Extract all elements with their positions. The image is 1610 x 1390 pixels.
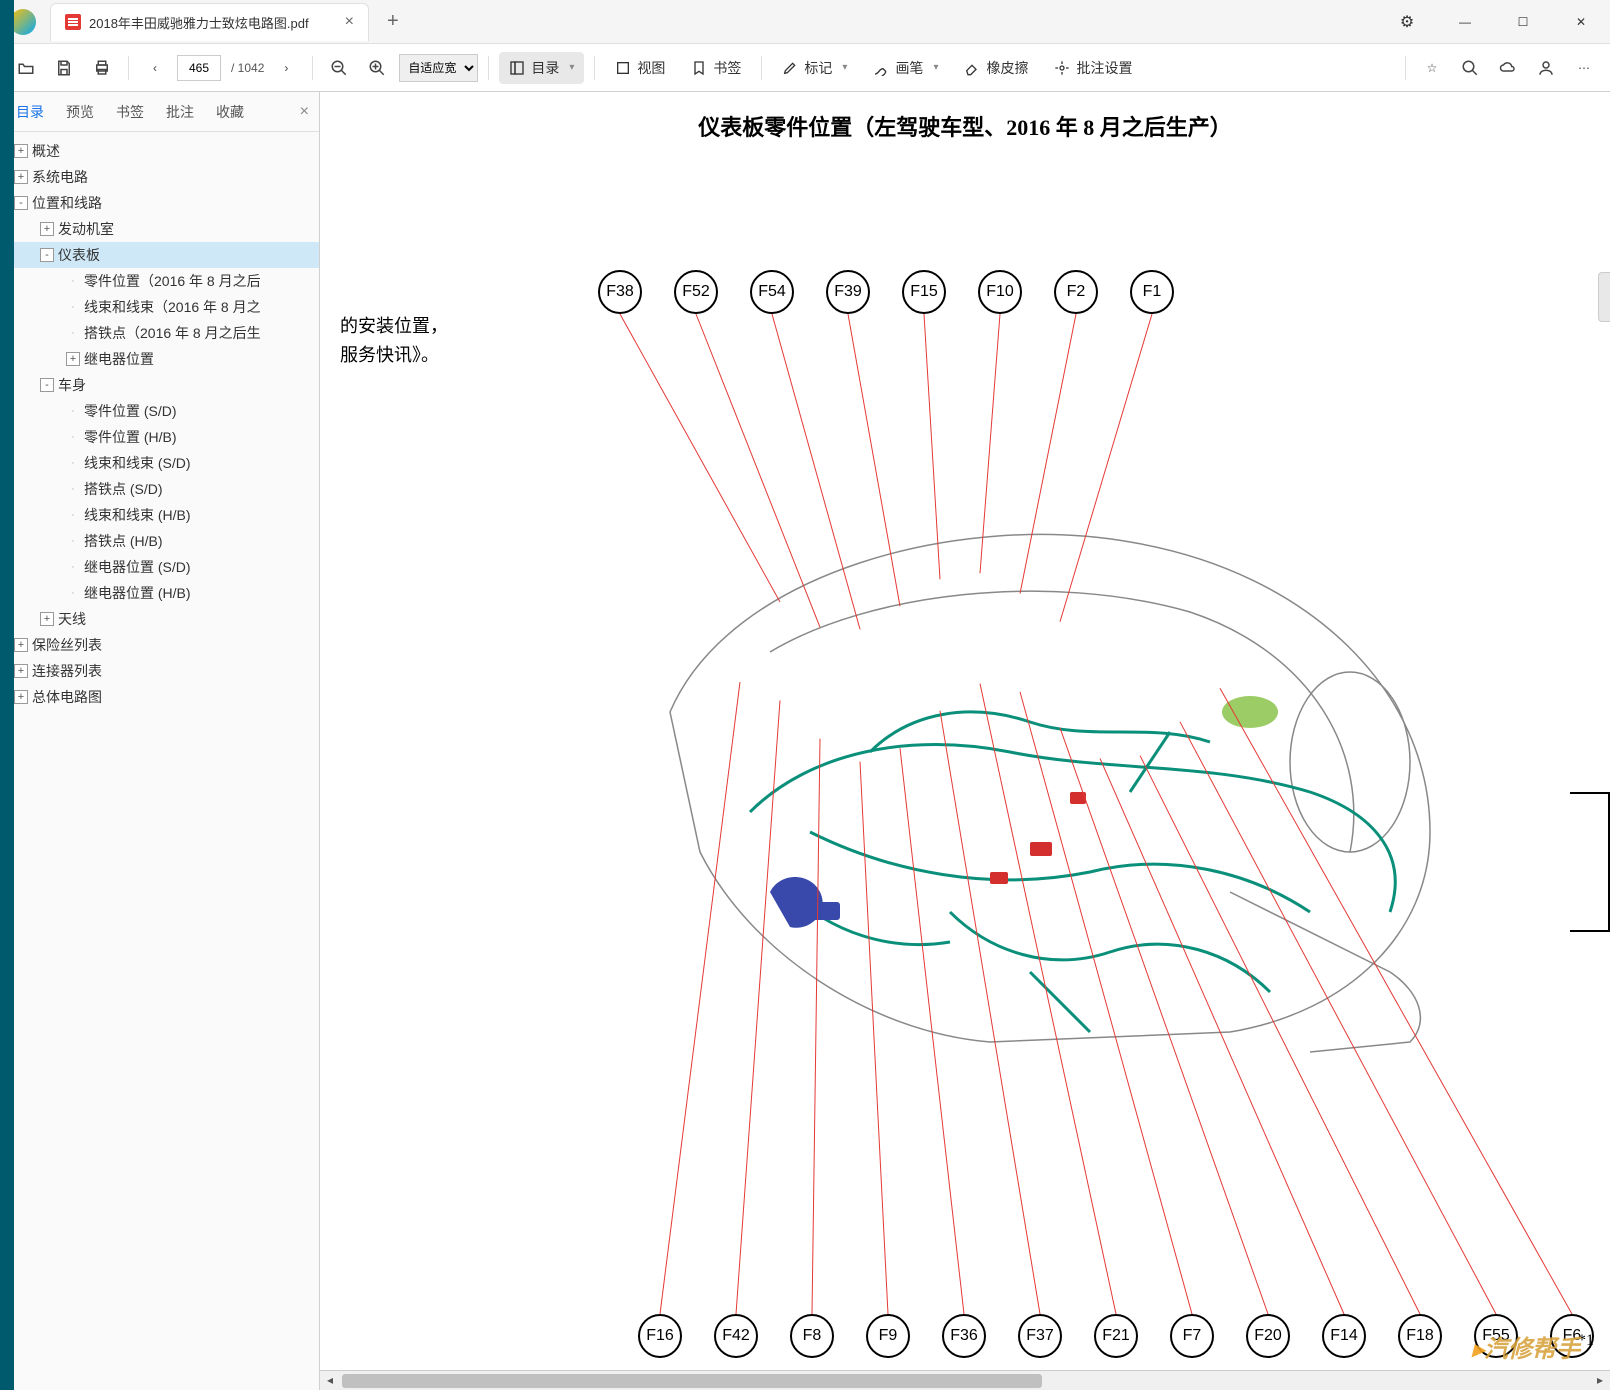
zoom-mode-select[interactable]: 自适应宽 xyxy=(399,54,478,82)
callout-F16: F16 xyxy=(638,1314,682,1358)
tab-close-icon[interactable]: × xyxy=(345,13,354,31)
tree-item[interactable]: ·线束和线束（2016 年 8 月之 xyxy=(0,294,319,320)
watermark: ▸汽修帮手 xyxy=(1472,1329,1580,1364)
callout-F14: F14 xyxy=(1322,1314,1366,1358)
open-file-icon[interactable] xyxy=(10,52,42,84)
tree-item[interactable]: ·搭铁点 (S/D) xyxy=(0,476,319,502)
new-tab-button[interactable]: + xyxy=(387,10,399,33)
sidebar-close-icon[interactable]: × xyxy=(296,99,313,125)
callout-F9: F9 xyxy=(866,1314,910,1358)
tree-item[interactable]: -车身 xyxy=(0,372,319,398)
sidebar-tab-preview[interactable]: 预览 xyxy=(56,96,104,128)
tree-item[interactable]: +继电器位置 xyxy=(0,346,319,372)
callout-F52: F52 xyxy=(674,270,718,314)
tree-item[interactable]: +连接器列表 xyxy=(0,658,319,684)
callout-F36: F36 xyxy=(942,1314,986,1358)
tree-item[interactable]: +总体电路图 xyxy=(0,684,319,710)
maximize-button[interactable]: ☐ xyxy=(1494,0,1552,44)
callout-F18: F18 xyxy=(1398,1314,1442,1358)
batch-settings-button[interactable]: 批注设置 xyxy=(1044,52,1142,84)
sidebar: 目录 预览 书签 批注 收藏 × +概述+系统电路-位置和线路+发动机室-仪表板… xyxy=(0,92,320,1390)
scroll-thumb[interactable] xyxy=(342,1374,1042,1388)
outline-tree[interactable]: +概述+系统电路-位置和线路+发动机室-仪表板·零件位置（2016 年 8 月之… xyxy=(0,132,319,1390)
bookmark-button[interactable]: 书签 xyxy=(681,52,751,84)
view-button[interactable]: 视图 xyxy=(605,52,675,84)
sidebar-tab-bookmark[interactable]: 书签 xyxy=(106,96,154,128)
tree-item[interactable]: ·零件位置（2016 年 8 月之后 xyxy=(0,268,319,294)
tree-item[interactable]: ·搭铁点（2016 年 8 月之后生 xyxy=(0,320,319,346)
callout-F39: F39 xyxy=(826,270,870,314)
page-number-input[interactable] xyxy=(177,55,221,81)
tree-item[interactable]: ·零件位置 (H/B) xyxy=(0,424,319,450)
tree-item[interactable]: +概述 xyxy=(0,138,319,164)
settings-gear-icon[interactable]: ⚙ xyxy=(1378,0,1436,44)
pdf-icon xyxy=(65,14,81,30)
tree-item[interactable]: ·线束和线束 (S/D) xyxy=(0,450,319,476)
tree-item[interactable]: +系统电路 xyxy=(0,164,319,190)
horizontal-scrollbar[interactable]: ◂ ▸ xyxy=(320,1370,1610,1390)
tree-item[interactable]: -位置和线路 xyxy=(0,190,319,216)
tree-item[interactable]: ·继电器位置 (H/B) xyxy=(0,580,319,606)
page-next-icon[interactable]: › xyxy=(270,52,302,84)
tab-title: 2018年丰田威驰雅力士致炫电路图.pdf xyxy=(89,13,309,32)
eraser-button[interactable]: 橡皮擦 xyxy=(954,52,1038,84)
callout-F1: F1 xyxy=(1130,270,1174,314)
save-icon[interactable] xyxy=(48,52,80,84)
scroll-right-icon[interactable]: ▸ xyxy=(1590,1371,1610,1390)
outline-button[interactable]: 目录▾ xyxy=(499,52,584,84)
tree-item[interactable]: +天线 xyxy=(0,606,319,632)
content-area: 仪表板零件位置（左驾驶车型、2016 年 8 月之后生产） 的安装位置， 服务快… xyxy=(320,92,1610,1390)
favorite-icon[interactable]: ☆ xyxy=(1416,52,1448,84)
callout-F7: F7 xyxy=(1170,1314,1214,1358)
more-icon[interactable]: ⋯ xyxy=(1568,52,1600,84)
desktop-strip xyxy=(0,0,14,1390)
pen-button[interactable]: 画笔▾ xyxy=(863,52,948,84)
search-icon[interactable] xyxy=(1454,52,1486,84)
zoom-out-icon[interactable] xyxy=(323,52,355,84)
tree-item[interactable]: +保险丝列表 xyxy=(0,632,319,658)
user-icon[interactable] xyxy=(1530,52,1562,84)
callout-F54: F54 xyxy=(750,270,794,314)
callout-F8: F8 xyxy=(790,1314,834,1358)
app-window: 2018年丰田威驰雅力士致炫电路图.pdf × + ⚙ — ☐ ✕ ‹ / 10… xyxy=(0,0,1610,1390)
titlebar: 2018年丰田威驰雅力士致炫电路图.pdf × + ⚙ — ☐ ✕ xyxy=(0,0,1610,44)
minimize-button[interactable]: — xyxy=(1436,0,1494,44)
tree-item[interactable]: ·零件位置 (S/D) xyxy=(0,398,319,424)
tree-item[interactable]: ·线束和线束 (H/B) xyxy=(0,502,319,528)
legend-box xyxy=(1570,792,1610,932)
print-icon[interactable] xyxy=(86,52,118,84)
scroll-left-icon[interactable]: ◂ xyxy=(320,1371,340,1390)
zoom-in-icon[interactable] xyxy=(361,52,393,84)
tree-item[interactable]: -仪表板 xyxy=(0,242,319,268)
sidebar-tab-annot[interactable]: 批注 xyxy=(156,96,204,128)
callout-F42: F42 xyxy=(714,1314,758,1358)
close-button[interactable]: ✕ xyxy=(1552,0,1610,44)
callout-F20: F20 xyxy=(1246,1314,1290,1358)
cloud-icon[interactable] xyxy=(1492,52,1524,84)
sidebar-tabs: 目录 预览 书签 批注 收藏 × xyxy=(0,92,319,132)
tree-item[interactable]: ·继电器位置 (S/D) xyxy=(0,554,319,580)
callout-F10: F10 xyxy=(978,270,1022,314)
callout-F38: F38 xyxy=(598,270,642,314)
tree-item[interactable]: ·搭铁点 (H/B) xyxy=(0,528,319,554)
callout-F21: F21 xyxy=(1094,1314,1138,1358)
callout-lines xyxy=(320,222,1610,1390)
page-prev-icon[interactable]: ‹ xyxy=(139,52,171,84)
mark-button[interactable]: 标记▾ xyxy=(772,52,857,84)
page-total: / 1042 xyxy=(231,61,264,75)
document-tab[interactable]: 2018年丰田威驰雅力士致炫电路图.pdf × xyxy=(50,3,369,41)
callout-F15: F15 xyxy=(902,270,946,314)
wiring-diagram: F38 F52 F54 F39 F15 F10 F2 F1 F16 F42 F8 F9 F36 F37 F2… xyxy=(320,222,1610,1390)
page-title: 仪表板零件位置（左驾驶车型、2016 年 8 月之后生产） xyxy=(320,92,1610,148)
pdf-page: 仪表板零件位置（左驾驶车型、2016 年 8 月之后生产） 的安装位置， 服务快… xyxy=(320,92,1610,1390)
callout-F2: F2 xyxy=(1054,270,1098,314)
callout-F37: F37 xyxy=(1018,1314,1062,1358)
tree-item[interactable]: +发动机室 xyxy=(0,216,319,242)
panel-handle[interactable] xyxy=(1598,272,1610,322)
sidebar-tab-fav[interactable]: 收藏 xyxy=(206,96,254,128)
toolbar: ‹ / 1042 › 自适应宽 目录▾ 视图 书签 标记▾ 画笔▾ 橡皮擦 批注… xyxy=(0,44,1610,92)
footer-note: *1 xyxy=(1578,1332,1594,1350)
